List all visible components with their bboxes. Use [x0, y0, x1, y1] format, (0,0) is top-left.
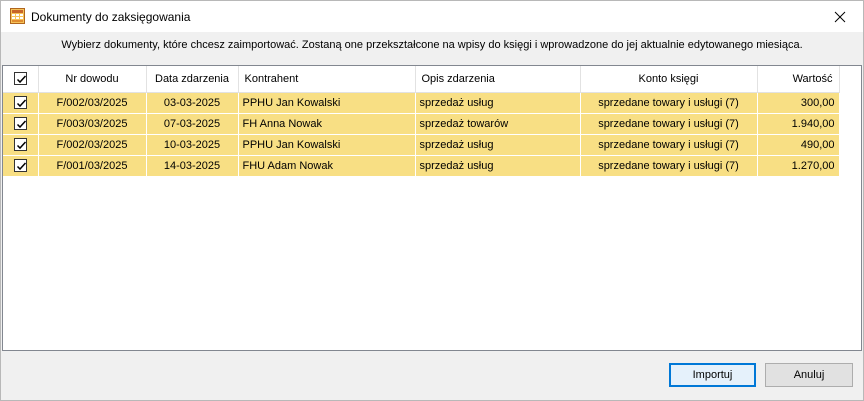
- row-checkbox-cell[interactable]: [3, 92, 39, 114]
- window-title: Dokumenty do zaksięgowania: [31, 10, 191, 24]
- table-header-row: Nr dowodu Data zdarzenia Kontrahent Opis…: [3, 66, 840, 93]
- row-checkbox[interactable]: [13, 117, 27, 130]
- column-header-nr[interactable]: Nr dowodu: [38, 66, 147, 93]
- ledger-book-icon: [10, 8, 25, 24]
- select-all-checkbox-cell[interactable]: [3, 66, 39, 93]
- cell-opis: sprzedaż usług: [415, 134, 581, 156]
- column-header-konto[interactable]: Konto księgi: [580, 66, 758, 93]
- select-all-checkbox[interactable]: [13, 72, 27, 86]
- cell-kontrahent: FHU Adam Nowak: [238, 155, 416, 177]
- table-row[interactable]: F/002/03/2025 10-03-2025 PPHU Jan Kowals…: [3, 134, 840, 156]
- cell-nr: F/003/03/2025: [38, 113, 147, 135]
- cell-wartosc: 300,00: [757, 92, 840, 114]
- column-header-data[interactable]: Data zdarzenia: [146, 66, 239, 93]
- row-checkbox-cell[interactable]: [3, 155, 39, 177]
- row-checkbox[interactable]: [13, 138, 27, 151]
- column-header-kontrahent[interactable]: Kontrahent: [238, 66, 416, 93]
- cell-opis: sprzedaż usług: [415, 92, 581, 114]
- cell-opis: sprzedaż towarów: [415, 113, 581, 135]
- cell-nr: F/002/03/2025: [38, 134, 147, 156]
- column-header-wartosc[interactable]: Wartość: [757, 66, 840, 93]
- cell-konto: sprzedane towary i usługi (7): [580, 113, 758, 135]
- cell-nr: F/001/03/2025: [38, 155, 147, 177]
- cell-data: 10-03-2025: [146, 134, 239, 156]
- cell-kontrahent: PPHU Jan Kowalski: [238, 134, 416, 156]
- documents-grid[interactable]: Nr dowodu Data zdarzenia Kontrahent Opis…: [2, 65, 862, 351]
- row-checkbox-cell[interactable]: [3, 134, 39, 156]
- cell-data: 14-03-2025: [146, 155, 239, 177]
- title-bar[interactable]: Dokumenty do zaksięgowania: [1, 1, 863, 32]
- cell-opis: sprzedaż usług: [415, 155, 581, 177]
- cell-wartosc: 490,00: [757, 134, 840, 156]
- close-button[interactable]: [817, 1, 863, 32]
- cell-konto: sprzedane towary i usługi (7): [580, 155, 758, 177]
- row-checkbox-cell[interactable]: [3, 113, 39, 135]
- cell-konto: sprzedane towary i usługi (7): [580, 134, 758, 156]
- cell-kontrahent: FH Anna Nowak: [238, 113, 416, 135]
- import-dialog: Dokumenty do zaksięgowania Wybierz dokum…: [0, 0, 864, 401]
- table-row[interactable]: F/002/03/2025 03-03-2025 PPHU Jan Kowals…: [3, 92, 840, 114]
- cell-konto: sprzedane towary i usługi (7): [580, 92, 758, 114]
- instruction-text: Wybierz dokumenty, które chcesz zaimport…: [61, 39, 803, 51]
- table-row[interactable]: F/003/03/2025 07-03-2025 FH Anna Nowak s…: [3, 113, 840, 135]
- cell-wartosc: 1.940,00: [757, 113, 840, 135]
- cell-nr: F/002/03/2025: [38, 92, 147, 114]
- cell-data: 03-03-2025: [146, 92, 239, 114]
- cell-wartosc: 1.270,00: [757, 155, 840, 177]
- row-checkbox[interactable]: [13, 159, 27, 172]
- column-header-opis[interactable]: Opis zdarzenia: [415, 66, 581, 93]
- import-button[interactable]: Importuj: [669, 363, 756, 387]
- cell-data: 07-03-2025: [146, 113, 239, 135]
- table-row[interactable]: F/001/03/2025 14-03-2025 FHU Adam Nowak …: [3, 155, 840, 177]
- row-checkbox[interactable]: [13, 96, 27, 109]
- cell-kontrahent: PPHU Jan Kowalski: [238, 92, 416, 114]
- cancel-button[interactable]: Anuluj: [765, 363, 853, 387]
- documents-table: Nr dowodu Data zdarzenia Kontrahent Opis…: [3, 66, 840, 177]
- close-icon: [834, 11, 846, 22]
